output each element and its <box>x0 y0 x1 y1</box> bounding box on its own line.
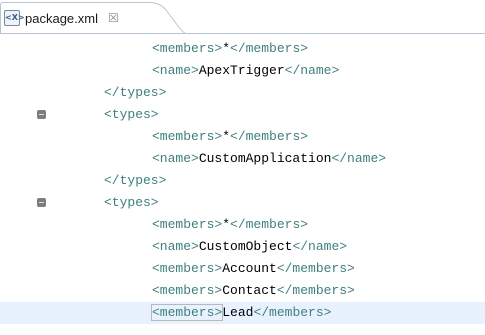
xml-open-tag: <types> <box>104 107 159 122</box>
xml-close-tag: </name> <box>284 63 340 78</box>
xml-element-value: * <box>222 129 231 144</box>
xml-open-tag: </types> <box>104 173 167 188</box>
code-line[interactable]: <types> <box>0 192 485 214</box>
code-line[interactable]: <name>CustomApplication</name> <box>0 148 485 170</box>
code-line[interactable]: <members>*</members> <box>0 38 485 60</box>
code-line-text: <members>Account</members> <box>152 258 355 280</box>
xml-element-value: * <box>222 41 231 56</box>
xml-element-value: Contact <box>222 283 277 298</box>
code-line-text: <members>Lead</members> <box>150 302 332 324</box>
xml-open-tag: <members> <box>152 129 223 144</box>
code-line[interactable]: <name>CustomObject</name> <box>0 236 485 258</box>
xml-open-tag: <members> <box>152 283 223 298</box>
code-line[interactable]: </types> <box>0 82 485 104</box>
xml-element-value: CustomObject <box>198 239 293 254</box>
close-icon[interactable]: ☒ <box>108 11 119 25</box>
xml-element-value: * <box>222 217 231 232</box>
xml-close-tag: </members> <box>276 283 355 298</box>
xml-open-tag: <members> <box>152 217 223 232</box>
code-line[interactable]: <members>*</members> <box>0 214 485 236</box>
code-line-text: <name>CustomApplication</name> <box>152 148 386 170</box>
code-line-text: <types> <box>104 192 159 214</box>
code-line[interactable]: <members>Account</members> <box>0 258 485 280</box>
xml-element-value: Account <box>222 261 277 276</box>
tab-strip-divider <box>0 33 485 34</box>
xml-open-tag: <members> <box>152 261 223 276</box>
code-line[interactable]: <name>ApexTrigger</name> <box>0 60 485 82</box>
xml-open-tag: <members> <box>152 41 223 56</box>
code-line-text: <name>CustomObject</name> <box>152 236 347 258</box>
xml-file-icon: <X> <box>4 10 25 26</box>
code-line-text: <name>ApexTrigger</name> <box>152 60 339 82</box>
code-line[interactable]: </types> <box>0 170 485 192</box>
xml-element-value: Lead <box>222 305 254 320</box>
xml-close-tag: </members> <box>230 217 309 232</box>
xml-open-tag: <name> <box>152 151 199 166</box>
code-line[interactable]: <types> <box>0 104 485 126</box>
xml-open-tag: <name> <box>152 63 199 78</box>
xml-open-tag: <types> <box>104 195 159 210</box>
code-line-text: <members>*</members> <box>152 126 308 148</box>
xml-open-tag: <name> <box>152 239 199 254</box>
editor-tab-package-xml[interactable]: <X> package.xml ☒ <box>0 2 186 34</box>
code-line[interactable]: <members>*</members> <box>0 126 485 148</box>
xml-close-tag: </members> <box>253 305 332 320</box>
xml-close-tag: </members> <box>276 261 355 276</box>
code-line-text: <members>*</members> <box>152 38 308 60</box>
xml-close-tag: </name> <box>331 151 387 166</box>
xml-close-tag: </name> <box>292 239 348 254</box>
tab-label: package.xml <box>25 10 98 26</box>
xml-close-tag: </members> <box>230 41 309 56</box>
xml-open-tag: </types> <box>104 85 167 100</box>
xml-element-value: CustomApplication <box>198 151 332 166</box>
current-code-line[interactable]: <members>Lead</members> <box>0 302 485 324</box>
code-line-text: <members>Contact</members> <box>152 280 355 302</box>
code-line[interactable]: <members>Contact</members> <box>0 280 485 302</box>
xml-element-value: ApexTrigger <box>198 63 285 78</box>
editor-tab-strip: <X> package.xml ☒ <box>0 0 485 34</box>
code-line-text: </types> <box>104 82 166 104</box>
xml-open-tag: <members> <box>150 304 224 321</box>
code-line-text: </types> <box>104 170 166 192</box>
code-line-text: <members>*</members> <box>152 214 308 236</box>
code-line-text: <types> <box>104 104 159 126</box>
xml-close-tag: </members> <box>230 129 309 144</box>
xml-editor[interactable]: <X> package.xml ☒ <members>*</members> <n… <box>0 0 485 335</box>
